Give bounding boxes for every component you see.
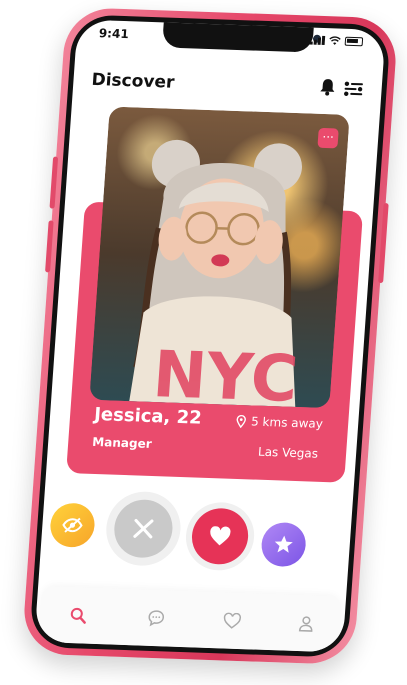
distance-text: 5 kms away	[250, 414, 324, 431]
bell-icon[interactable]	[319, 78, 336, 97]
battery-icon	[344, 36, 364, 47]
notch	[162, 21, 322, 53]
tab-likes[interactable]	[219, 608, 245, 633]
tab-discover[interactable]	[65, 603, 91, 628]
profile-icon	[298, 616, 313, 632]
eye-off-icon	[62, 517, 83, 533]
profile-distance: 5 kms away	[236, 414, 324, 431]
app-screen: 9:41 Discover NYC ··· Jessica, 22 Manage…	[34, 19, 386, 653]
profile-photo[interactable]: NYC ···	[89, 106, 350, 409]
profile-city: Las Vegas	[257, 444, 319, 461]
profile-photo-illustration: NYC	[129, 139, 302, 408]
heart-icon	[210, 526, 231, 546]
profile-job: Manager	[91, 434, 153, 451]
star-icon	[274, 535, 293, 553]
phone-mockup: 9:41 Discover NYC ··· Jessica, 22 Manage…	[21, 6, 399, 666]
tab-profile[interactable]	[293, 611, 319, 636]
svg-text:NYC: NYC	[151, 338, 301, 408]
bottom-tab-bar	[38, 586, 343, 653]
location-pin-icon	[236, 414, 246, 428]
status-icons	[309, 35, 364, 47]
profile-name: Jessica, 22	[93, 403, 203, 429]
filter-icon[interactable]	[343, 81, 364, 98]
hide-button[interactable]	[48, 502, 97, 548]
status-time: 9:41	[98, 26, 130, 42]
search-icon	[70, 607, 86, 624]
chat-icon	[148, 610, 165, 627]
heart-outline-icon	[223, 612, 242, 629]
more-options-button[interactable]: ···	[317, 127, 339, 149]
action-bar	[39, 488, 353, 589]
close-icon	[133, 518, 154, 539]
wifi-icon	[329, 36, 341, 45]
tab-messages[interactable]	[143, 606, 169, 631]
page-title: Discover	[90, 69, 176, 93]
super-like-button[interactable]	[260, 521, 308, 568]
signal-icon	[309, 35, 326, 46]
